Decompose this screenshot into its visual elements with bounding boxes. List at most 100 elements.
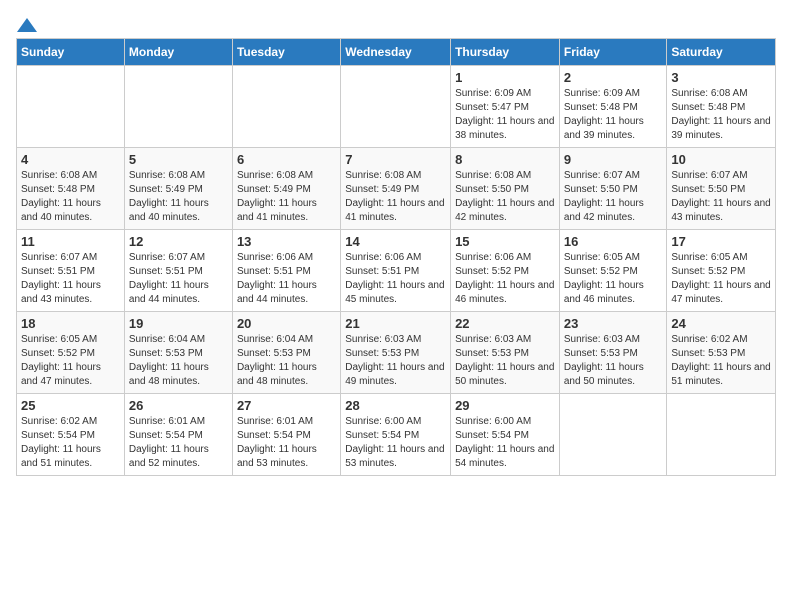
day-number: 22 — [455, 316, 555, 331]
day-number: 29 — [455, 398, 555, 413]
calendar-cell — [17, 66, 125, 148]
calendar-cell: 2 Sunrise: 6:09 AMSunset: 5:48 PMDaylight… — [559, 66, 667, 148]
day-number: 10 — [671, 152, 771, 167]
calendar-cell: 25 Sunrise: 6:02 AMSunset: 5:54 PMDayligh… — [17, 394, 125, 476]
day-info: Sunrise: 6:09 AMSunset: 5:47 PMDaylight:… — [455, 87, 555, 143]
day-info: Sunrise: 6:00 AMSunset: 5:54 PMDaylight:… — [345, 415, 446, 471]
calendar-cell: 21Sunrise: 6:03 AMSunset: 5:53 PMDayligh… — [341, 312, 451, 394]
day-number: 13 — [237, 234, 336, 249]
day-info: Sunrise: 6:04 AMSunset: 5:53 PMDaylight:… — [129, 333, 228, 389]
day-number: 7 — [345, 152, 446, 167]
calendar-cell: 6 Sunrise: 6:08 AMSunset: 5:49 PMDaylight… — [232, 148, 340, 230]
day-number: 21 — [345, 316, 446, 331]
column-header-sunday: Sunday — [17, 39, 125, 66]
day-info: Sunrise: 6:05 AMSunset: 5:52 PMDaylight:… — [21, 333, 120, 389]
calendar-cell: 20 Sunrise: 6:04 AMSunset: 5:53 PMDayligh… — [232, 312, 340, 394]
day-info: Sunrise: 6:08 AMSunset: 5:48 PMDaylight:… — [21, 169, 120, 225]
day-info: Sunrise: 6:02 AMSunset: 5:54 PMDaylight:… — [21, 415, 120, 471]
day-info: Sunrise: 6:08 AMSunset: 5:49 PMDaylight:… — [129, 169, 228, 225]
calendar-cell: 3 Sunrise: 6:08 AMSunset: 5:48 PMDaylight… — [667, 66, 776, 148]
day-number: 2 — [564, 70, 663, 85]
day-number: 6 — [237, 152, 336, 167]
day-info: Sunrise: 6:00 AMSunset: 5:54 PMDaylight:… — [455, 415, 555, 471]
day-info: Sunrise: 6:07 AMSunset: 5:50 PMDaylight:… — [564, 169, 663, 225]
day-number: 25 — [21, 398, 120, 413]
logo — [16, 16, 38, 30]
day-number: 16 — [564, 234, 663, 249]
day-info: Sunrise: 6:04 AMSunset: 5:53 PMDaylight:… — [237, 333, 336, 389]
day-number: 11 — [21, 234, 120, 249]
calendar-cell: 23Sunrise: 6:03 AMSunset: 5:53 PMDayligh… — [559, 312, 667, 394]
calendar-cell: 14 Sunrise: 6:06 AMSunset: 5:51 PMDayligh… — [341, 230, 451, 312]
calendar-week-3: 11 Sunrise: 6:07 AMSunset: 5:51 PMDayligh… — [17, 230, 776, 312]
day-info: Sunrise: 6:02 AMSunset: 5:53 PMDaylight:… — [671, 333, 771, 389]
day-number: 24 — [671, 316, 771, 331]
calendar-cell — [124, 66, 232, 148]
day-info: Sunrise: 6:01 AMSunset: 5:54 PMDaylight:… — [237, 415, 336, 471]
calendar-cell: 29 Sunrise: 6:00 AMSunset: 5:54 PMDayligh… — [451, 394, 560, 476]
calendar-week-2: 4 Sunrise: 6:08 AMSunset: 5:48 PMDaylight… — [17, 148, 776, 230]
day-info: Sunrise: 6:06 AMSunset: 5:51 PMDaylight:… — [345, 251, 446, 307]
day-number: 12 — [129, 234, 228, 249]
calendar-cell: 24 Sunrise: 6:02 AMSunset: 5:53 PMDayligh… — [667, 312, 776, 394]
column-header-thursday: Thursday — [451, 39, 560, 66]
day-info: Sunrise: 6:07 AMSunset: 5:51 PMDaylight:… — [21, 251, 120, 307]
column-header-monday: Monday — [124, 39, 232, 66]
day-number: 5 — [129, 152, 228, 167]
calendar-cell: 22 Sunrise: 6:03 AMSunset: 5:53 PMDayligh… — [451, 312, 560, 394]
calendar-cell: 1 Sunrise: 6:09 AMSunset: 5:47 PMDaylight… — [451, 66, 560, 148]
day-number: 14 — [345, 234, 446, 249]
calendar-week-5: 25 Sunrise: 6:02 AMSunset: 5:54 PMDayligh… — [17, 394, 776, 476]
day-number: 3 — [671, 70, 771, 85]
header — [16, 16, 776, 30]
column-header-tuesday: Tuesday — [232, 39, 340, 66]
day-number: 27 — [237, 398, 336, 413]
day-number: 28 — [345, 398, 446, 413]
day-info: Sunrise: 6:07 AMSunset: 5:50 PMDaylight:… — [671, 169, 771, 225]
calendar-cell: 16Sunrise: 6:05 AMSunset: 5:52 PMDayligh… — [559, 230, 667, 312]
calendar-cell: 26Sunrise: 6:01 AMSunset: 5:54 PMDayligh… — [124, 394, 232, 476]
calendar-cell: 5 Sunrise: 6:08 AMSunset: 5:49 PMDaylight… — [124, 148, 232, 230]
day-number: 18 — [21, 316, 120, 331]
day-info: Sunrise: 6:08 AMSunset: 5:49 PMDaylight:… — [237, 169, 336, 225]
calendar-cell: 13 Sunrise: 6:06 AMSunset: 5:51 PMDayligh… — [232, 230, 340, 312]
calendar-cell — [341, 66, 451, 148]
calendar-cell: 11 Sunrise: 6:07 AMSunset: 5:51 PMDayligh… — [17, 230, 125, 312]
day-info: Sunrise: 6:06 AMSunset: 5:52 PMDaylight:… — [455, 251, 555, 307]
calendar-cell: 17 Sunrise: 6:05 AMSunset: 5:52 PMDayligh… — [667, 230, 776, 312]
calendar-cell: 28 Sunrise: 6:00 AMSunset: 5:54 PMDayligh… — [341, 394, 451, 476]
day-number: 17 — [671, 234, 771, 249]
day-number: 20 — [237, 316, 336, 331]
day-number: 15 — [455, 234, 555, 249]
calendar-cell: 7Sunrise: 6:08 AMSunset: 5:49 PMDaylight… — [341, 148, 451, 230]
day-info: Sunrise: 6:03 AMSunset: 5:53 PMDaylight:… — [455, 333, 555, 389]
day-info: Sunrise: 6:06 AMSunset: 5:51 PMDaylight:… — [237, 251, 336, 307]
day-number: 9 — [564, 152, 663, 167]
day-number: 23 — [564, 316, 663, 331]
calendar-cell — [559, 394, 667, 476]
calendar-table: SundayMondayTuesdayWednesdayThursdayFrid… — [16, 38, 776, 476]
column-header-saturday: Saturday — [667, 39, 776, 66]
day-number: 1 — [455, 70, 555, 85]
day-number: 4 — [21, 152, 120, 167]
day-number: 26 — [129, 398, 228, 413]
calendar-cell: 4 Sunrise: 6:08 AMSunset: 5:48 PMDaylight… — [17, 148, 125, 230]
logo-icon — [17, 16, 37, 34]
calendar-cell: 10 Sunrise: 6:07 AMSunset: 5:50 PMDayligh… — [667, 148, 776, 230]
calendar-header-row: SundayMondayTuesdayWednesdayThursdayFrid… — [17, 39, 776, 66]
calendar-cell — [232, 66, 340, 148]
day-info: Sunrise: 6:08 AMSunset: 5:50 PMDaylight:… — [455, 169, 555, 225]
calendar-cell: 18 Sunrise: 6:05 AMSunset: 5:52 PMDayligh… — [17, 312, 125, 394]
calendar-cell: 19 Sunrise: 6:04 AMSunset: 5:53 PMDayligh… — [124, 312, 232, 394]
calendar-cell — [667, 394, 776, 476]
column-header-wednesday: Wednesday — [341, 39, 451, 66]
day-info: Sunrise: 6:05 AMSunset: 5:52 PMDaylight:… — [671, 251, 771, 307]
calendar-cell: 15 Sunrise: 6:06 AMSunset: 5:52 PMDayligh… — [451, 230, 560, 312]
day-number: 8 — [455, 152, 555, 167]
day-number: 19 — [129, 316, 228, 331]
calendar-cell: 9 Sunrise: 6:07 AMSunset: 5:50 PMDaylight… — [559, 148, 667, 230]
day-info: Sunrise: 6:08 AMSunset: 5:48 PMDaylight:… — [671, 87, 771, 143]
calendar-cell: 12Sunrise: 6:07 AMSunset: 5:51 PMDayligh… — [124, 230, 232, 312]
calendar-week-4: 18 Sunrise: 6:05 AMSunset: 5:52 PMDayligh… — [17, 312, 776, 394]
day-info: Sunrise: 6:09 AMSunset: 5:48 PMDaylight:… — [564, 87, 663, 143]
